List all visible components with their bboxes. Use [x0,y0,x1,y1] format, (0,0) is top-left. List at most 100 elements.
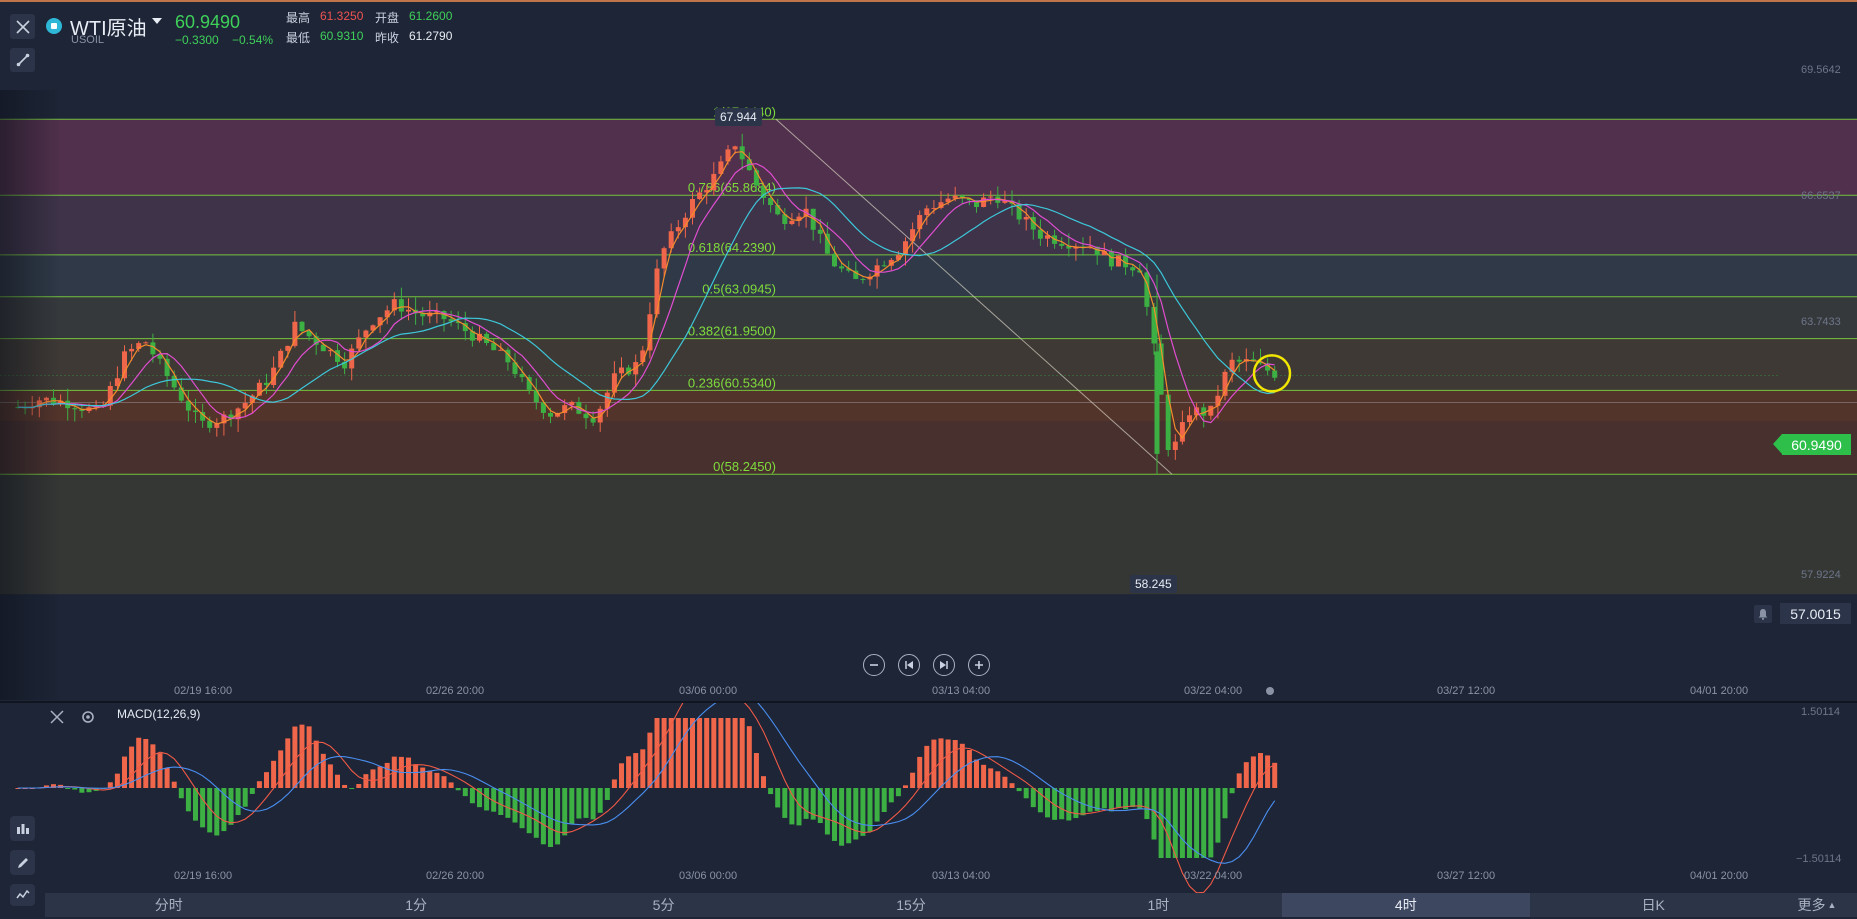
macd-histogram-bar [775,788,781,808]
macd-time-label: 02/26 20:00 [426,870,485,882]
macd-histogram-bar [881,788,887,812]
candle-body [611,373,617,393]
tab-5min[interactable]: 5分 [540,893,787,917]
macd-histogram-bar [519,788,525,829]
macd-histogram-bar [462,788,468,797]
macd-histogram-bar [888,788,894,803]
macd-histogram-bar [704,718,710,788]
macd-histogram-bar [193,788,198,821]
scroll-to-end-button[interactable] [933,654,955,676]
macd-histogram-bar [505,788,511,818]
tab-timeshare[interactable]: 分时 [45,893,292,917]
macd-panel[interactable] [0,703,1857,893]
price-axis-label: 69.5642 [1801,64,1841,76]
zoom-in-button[interactable] [968,654,990,676]
macd-histogram-bar [370,769,376,788]
macd-histogram-bar [1101,788,1107,809]
candle-body [903,241,908,256]
macd-histogram-bar [427,770,433,788]
candle-body [697,192,703,200]
macd-chart[interactable] [0,703,1857,893]
macd-histogram-bar [484,788,490,811]
macd-histogram-bar [895,788,901,797]
macd-histogram-bar [1179,788,1185,858]
macd-histogram-bar [959,743,965,788]
macd-histogram-bar [640,749,646,788]
macd-histogram-bar [1215,788,1221,843]
candle-body [1154,351,1160,454]
alert-bell-icon[interactable] [1754,605,1772,623]
candle-body [817,229,823,234]
macd-histogram-bar [576,788,582,819]
macd-histogram-bar [619,763,624,788]
macd-histogram-bar [853,788,859,840]
drawing-tool-button[interactable] [10,48,35,72]
price-axis-label: 66.6537 [1801,190,1841,202]
macd-histogram-bar [1144,788,1150,820]
macd-histogram-bar [924,745,930,788]
macd-time-label: 03/22 04:00 [1184,870,1243,882]
scroll-to-start-button[interactable] [898,654,920,676]
macd-histogram-bar [1108,788,1114,812]
skip-back-icon [905,661,913,669]
gear-icon [82,711,94,723]
macd-histogram-bar [285,738,291,788]
macd-histogram-bar [214,788,220,836]
candle-body [832,253,837,267]
macd-settings-button[interactable] [81,710,95,724]
macd-histogram-bar [1002,776,1008,788]
candle-body [129,348,135,352]
macd-histogram-bar [342,784,348,788]
price-axis-label: 63.7433 [1801,316,1841,328]
macd-histogram-bar [1037,788,1043,813]
time-axis-label: 02/19 16:00 [174,685,233,697]
candle-body [1059,243,1065,246]
macd-histogram-bar [860,788,866,836]
candlestick-chart[interactable]: 1(67.9440)0.786(65.8684)0.618(64.2390)0.… [0,2,1857,702]
macd-histogram-bar [377,766,383,788]
macd-histogram-bar [349,788,355,789]
pen-icon [17,857,28,868]
tab-1hour[interactable]: 1时 [1035,893,1282,917]
macd-histogram-bar [1066,788,1072,821]
macd-histogram-bar [1236,773,1242,788]
macd-histogram-bar [910,772,916,788]
skip-forward-icon [940,661,948,669]
chart-type-button[interactable] [10,884,35,906]
macd-histogram-bar [966,749,972,788]
macd-histogram-bar [434,772,440,788]
candle-body [1037,229,1043,239]
indicator-tool-button[interactable] [10,816,35,841]
alert-price-tag[interactable]: 57.0015 [1780,603,1851,624]
symbol-dropdown-icon[interactable] [152,18,162,24]
macd-histogram-bar [782,788,788,818]
candle-body [1108,251,1114,267]
close-chart-button[interactable] [10,14,35,39]
macd-histogram-bar [1201,788,1207,858]
time-axis-label: 02/26 20:00 [426,685,485,697]
tab-1min[interactable]: 1分 [292,893,539,917]
macd-histogram-bar [1158,788,1164,858]
macd-histogram-bar [171,781,177,788]
stat-prevclose-value: 61.2790 [409,29,453,43]
macd-histogram-bar [753,753,759,788]
tab-4hour[interactable]: 4时 [1282,893,1530,917]
macd-close-button[interactable] [50,710,64,724]
tab-15min[interactable]: 15分 [787,893,1034,917]
stat-open-value: 61.2600 [409,9,453,23]
main-chart[interactable]: 1(67.9440)0.786(65.8684)0.618(64.2390)0.… [0,2,1857,702]
price-axis-label: 57.9224 [1801,569,1841,581]
pen-tool-button[interactable] [10,850,35,875]
macd-histogram-bar [718,718,724,788]
candle-body [988,196,994,198]
candle-body [1236,359,1242,362]
macd-histogram-bar [1023,788,1029,799]
candle-body [860,278,866,280]
more-timeframes-button[interactable]: 更多 ▲ [1777,893,1857,917]
macd-histogram-bar [626,756,632,788]
macd-histogram-bar [540,788,546,845]
macd-histogram-bar [952,740,958,788]
tab-daily[interactable]: 日K [1530,893,1777,917]
macd-histogram-bar [1250,756,1256,788]
zoom-out-button[interactable] [863,654,885,676]
